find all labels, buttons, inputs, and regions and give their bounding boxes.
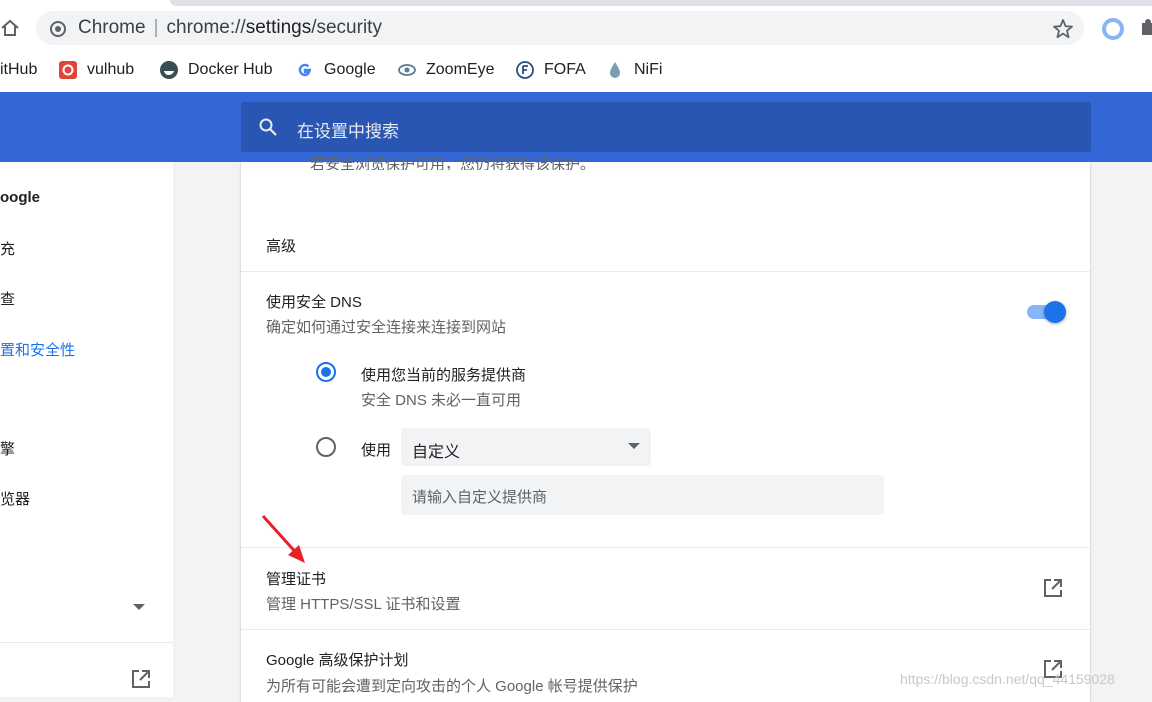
sidebar-advanced-chevron-icon[interactable] [133,604,145,610]
sidebar-item-safety-check[interactable]: 查 [0,288,15,309]
bookmark-nifi[interactable]: NiFi [606,58,662,82]
secure-dns-description: 确定如何通过安全连接来连接到网站 [266,319,507,336]
sidebar-divider [0,642,173,643]
address-text[interactable]: Chrome | chrome://settings/security [78,17,382,39]
extension-circle-icon[interactable] [1101,17,1125,41]
bookmark-docker-hub[interactable]: Docker Hub [160,58,272,82]
open-in-new-icon[interactable] [1042,577,1064,599]
home-icon[interactable] [0,18,20,38]
puzzle-extensions-icon[interactable] [1140,17,1152,39]
manage-certificates-description: 管理 HTTPS/SSL 证书和设置 [266,596,461,613]
bookmark-label: itHub [0,61,38,78]
sidebar-item-autofill[interactable]: 充 [0,238,15,259]
omnibox-rest: /security [311,17,382,38]
docker-icon [160,61,178,79]
omnibox-path: settings [245,17,312,38]
manage-certificates-title: 管理证书 [266,571,327,588]
red-arrow-annotation-icon [261,514,305,563]
sidebar-item-search-engine[interactable]: 擎 [0,438,15,459]
sidebar-item-privacy-security[interactable]: 置和安全性 [0,339,75,360]
bookmark-label: ZoomEye [426,61,495,78]
radio-custom-provider[interactable] [316,437,336,457]
bookmark-label: NiFi [634,61,663,78]
safe-browsing-note: 若安全浏览保护可用，您仍将获得该保护。 [310,156,596,170]
divider [241,271,1090,272]
secure-dns-title: 使用安全 DNS [266,294,362,311]
bookmark-label: FOFA [544,61,586,78]
sidebar-item-google[interactable]: oogle [0,189,40,206]
custom-provider-label: 使用 [361,442,392,459]
radio-current-provider[interactable] [316,362,336,382]
zoomeye-icon [398,64,416,76]
chrome-icon [50,21,66,37]
fofa-icon [516,61,534,79]
omnibox-separator: | [153,17,159,38]
custom-provider-select-value: 自定义 [412,444,461,461]
bookmark-zoomeye[interactable]: ZoomEye [398,58,494,82]
search-placeholder: 在设置中搜索 [297,122,399,141]
cut-off-text-container: 若安全浏览保护可用，您仍将获得该保护。 [310,150,810,170]
watermark-text: https://blog.csdn.net/qq_44159028 [900,671,1115,687]
current-provider-sub: 安全 DNS 未必一直可用 [361,392,522,409]
bookmark-label: Docker Hub [188,61,273,78]
advanced-heading: 高级 [266,238,297,255]
bookmark-star-icon[interactable] [1052,18,1074,40]
bookmark-label: vulhub [87,61,135,78]
dropdown-arrow-icon [628,443,640,449]
omnibox-scheme: chrome:// [166,17,246,38]
omnibox-label: Chrome [78,17,146,38]
settings-sidebar [0,162,173,697]
search-icon [259,118,277,136]
advanced-protection-description: 为所有可能会遭到定向攻击的个人 Google 帐号提供保护 [266,678,638,695]
bookmark-label: Google [324,61,376,78]
vulhub-icon [59,61,77,79]
google-icon [298,63,311,77]
tab-strip [170,0,1152,6]
advanced-protection-title: Google 高级保护计划 [266,652,409,669]
bookmark-fofa[interactable]: FOFA [516,58,586,82]
bookmark-vulhub[interactable]: vulhub [59,58,134,82]
bookmark-google[interactable]: Google [296,58,376,82]
current-provider-label: 使用您当前的服务提供商 [361,367,527,384]
custom-provider-input-placeholder: 请输入自定义提供商 [412,489,548,506]
open-in-new-icon[interactable] [130,668,152,690]
nifi-icon [610,62,620,78]
secure-dns-toggle-knob[interactable] [1044,301,1066,323]
bookmark-github[interactable]: itHub [0,58,37,82]
sidebar-item-default-browser[interactable]: 览器 [0,488,30,509]
manage-certificates-row[interactable] [241,548,1090,629]
